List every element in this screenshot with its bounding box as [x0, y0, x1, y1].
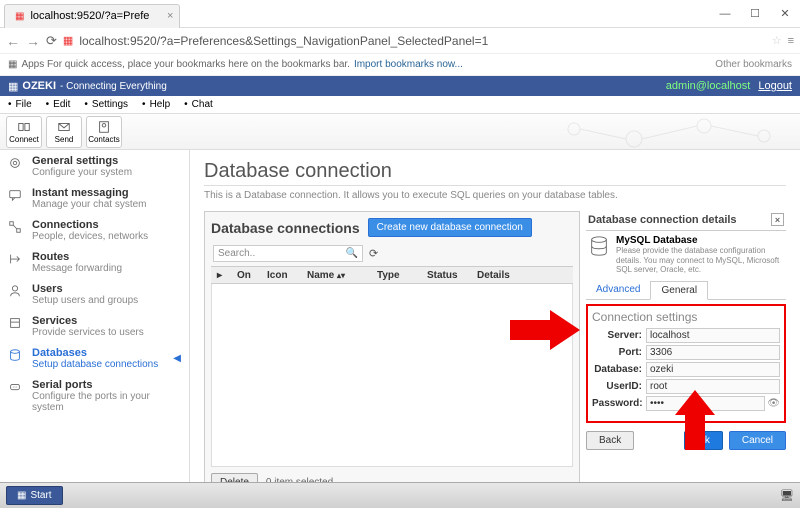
sidebar-item-general[interactable]: General settingsConfigure your system: [0, 152, 189, 184]
menu-file[interactable]: •File: [4, 99, 40, 110]
menu-help[interactable]: •Help: [138, 99, 178, 110]
url-field[interactable]: localhost:9520/?a=Preferences&Settings_N…: [79, 34, 765, 48]
sidebar-item-databases[interactable]: DatabasesSetup database connections ◀: [0, 344, 189, 376]
apps-icon[interactable]: ▦: [8, 59, 17, 70]
logout-link[interactable]: Logout: [758, 80, 792, 92]
network-icon: [8, 220, 22, 234]
back-button[interactable]: Back: [586, 431, 634, 450]
forward-icon[interactable]: →: [26, 33, 40, 49]
search-icon: 🔍: [346, 248, 358, 259]
eye-icon[interactable]: 👁: [767, 398, 780, 409]
serial-icon: [8, 380, 22, 394]
database-label: Database:: [592, 364, 646, 375]
page-title: Database connection: [204, 160, 786, 186]
site-icon: ▦: [63, 34, 73, 47]
database-icon: [588, 235, 610, 257]
brand-tagline: - Connecting Everything: [60, 81, 167, 92]
close-window-button[interactable]: ✕: [770, 4, 800, 24]
sidebar-item-services[interactable]: ServicesProvide services to users: [0, 312, 189, 344]
brand-icon: ▦: [8, 80, 18, 93]
sidebar-item-users[interactable]: UsersSetup users and groups: [0, 280, 189, 312]
cancel-button[interactable]: Cancel: [729, 431, 786, 450]
details-title: Database connection details: [588, 214, 737, 226]
contacts-icon: [97, 120, 111, 134]
close-panel-icon[interactable]: ×: [771, 213, 784, 226]
refresh-icon[interactable]: ⟳: [369, 247, 378, 260]
menu-bar: •File •Edit •Settings •Help •Chat: [0, 96, 800, 114]
close-tab-icon[interactable]: ×: [167, 10, 173, 22]
create-connection-button[interactable]: Create new database connection: [368, 218, 532, 237]
tab-advanced[interactable]: Advanced: [586, 281, 650, 299]
routes-icon: [8, 252, 22, 266]
decorative-network-graphic: [534, 114, 794, 150]
send-icon: [57, 120, 71, 134]
import-bookmarks-link[interactable]: Import bookmarks now...: [354, 59, 463, 70]
server-input[interactable]: localhost: [646, 328, 780, 343]
bookmark-hint: Apps For quick access, place your bookma…: [21, 59, 350, 70]
minimize-button[interactable]: ―: [710, 4, 740, 24]
db-type-desc: Please provide the database configuratio…: [616, 246, 784, 275]
table-header: ▸ On Icon Name ▴▾ Type Status Details: [211, 266, 573, 284]
users-icon: [8, 284, 22, 298]
password-label: Password:: [592, 398, 646, 409]
port-input[interactable]: 3306: [646, 345, 780, 360]
monitor-icon[interactable]: 🖥: [780, 489, 794, 502]
panel-title: Database connections: [211, 220, 360, 236]
annotation-arrow: [675, 390, 715, 450]
sidebar: General settingsConfigure your system In…: [0, 150, 190, 508]
chevron-left-icon: ◀: [173, 353, 181, 364]
database-input[interactable]: ozeki: [646, 362, 780, 377]
sidebar-item-serial[interactable]: Serial portsConfigure the ports in your …: [0, 376, 189, 419]
app-favicon: ▦: [15, 11, 24, 22]
start-button[interactable]: ▦ Start: [6, 486, 63, 505]
back-icon[interactable]: ←: [6, 33, 20, 49]
connections-panel: Database connections Create new database…: [204, 211, 580, 499]
maximize-button[interactable]: ☐: [740, 4, 770, 24]
browser-tab[interactable]: ▦ localhost:9520/?a=Prefe ×: [4, 4, 180, 28]
menu-settings[interactable]: •Settings: [80, 99, 136, 110]
send-button[interactable]: Send: [46, 116, 82, 148]
menu-edit[interactable]: •Edit: [42, 99, 79, 110]
services-icon: [8, 316, 22, 330]
reload-icon[interactable]: ⟳: [46, 33, 57, 49]
tab-general[interactable]: General: [650, 281, 708, 300]
database-icon: [8, 348, 22, 362]
port-label: Port:: [592, 347, 646, 358]
sidebar-item-connections[interactable]: ConnectionsPeople, devices, networks: [0, 216, 189, 248]
details-panel: Database connection details × MySQL Data…: [586, 211, 786, 499]
userid-label: UserID:: [592, 381, 646, 392]
connect-button[interactable]: Connect: [6, 116, 42, 148]
annotation-arrow: [510, 310, 580, 350]
current-user[interactable]: admin@localhost: [666, 80, 751, 92]
server-label: Server:: [592, 330, 646, 341]
start-icon: ▦: [17, 490, 26, 501]
search-input[interactable]: Search.. 🔍: [213, 245, 363, 262]
connect-icon: [17, 120, 31, 134]
fieldset-label: Connection settings: [592, 310, 780, 324]
menu-icon[interactable]: ≡: [788, 35, 794, 47]
bookmark-star-icon[interactable]: ☆: [772, 34, 782, 47]
brand-name: OZEKI: [22, 80, 56, 92]
contacts-button[interactable]: Contacts: [86, 116, 122, 148]
gear-icon: [8, 156, 22, 170]
other-bookmarks[interactable]: Other bookmarks: [715, 59, 792, 70]
sidebar-item-routes[interactable]: RoutesMessage forwarding: [0, 248, 189, 280]
tab-title: localhost:9520/?a=Prefe: [30, 10, 149, 22]
db-type-title: MySQL Database: [616, 235, 784, 246]
chat-icon: [8, 188, 22, 202]
page-desc: This is a Database connection. It allows…: [204, 190, 786, 201]
sidebar-item-messaging[interactable]: Instant messagingManage your chat system: [0, 184, 189, 216]
menu-chat[interactable]: •Chat: [180, 99, 221, 110]
